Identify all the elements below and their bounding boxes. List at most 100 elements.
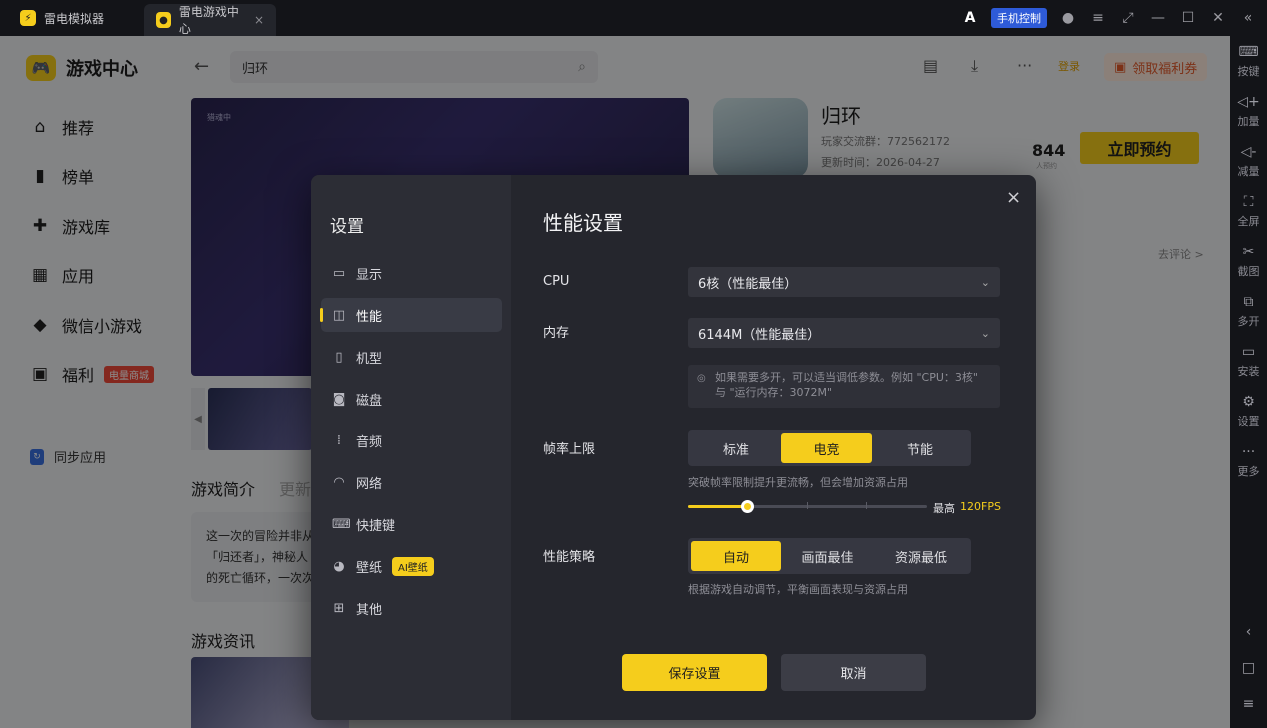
settings-item-audio[interactable]: ⁞ 音频 bbox=[321, 423, 502, 457]
multi-instance-icon: ⧉ bbox=[1243, 294, 1254, 310]
tab-game-center[interactable]: ● 雷电游戏中心 × bbox=[144, 4, 276, 36]
apk-icon: ▭ bbox=[1241, 344, 1256, 360]
toolbar-more[interactable]: ··· 更多 bbox=[1230, 444, 1267, 479]
android-back-button[interactable]: ‹ bbox=[1230, 624, 1267, 640]
settings-item-label: 快捷键 bbox=[356, 518, 396, 534]
chevron-down-icon: ⌄ bbox=[980, 275, 990, 289]
slider-tick bbox=[866, 502, 867, 509]
settings-icon: ⚙ bbox=[1242, 394, 1255, 410]
volume-down-icon: ◁- bbox=[1240, 144, 1257, 160]
tab-emulator[interactable]: ⚡ 雷电模拟器 bbox=[8, 0, 136, 36]
back-icon: ‹ bbox=[1245, 624, 1252, 640]
toolbar-volume-down[interactable]: ◁- 减量 bbox=[1230, 144, 1267, 179]
strategy-hint: 根据游戏自动调节，平衡画面表现与资源占用 bbox=[688, 583, 908, 596]
ai-wallpaper-badge: AI壁纸 bbox=[392, 556, 434, 576]
close-window-icon[interactable]: ✕ bbox=[1209, 9, 1227, 27]
ai-icon[interactable]: A bbox=[961, 9, 979, 27]
keyboard-icon: ⌨ bbox=[332, 516, 351, 532]
settings-item-display[interactable]: ▭ 显示 bbox=[321, 256, 502, 290]
toolbar-screenshot[interactable]: ✂ 截图 bbox=[1230, 244, 1267, 279]
strategy-option-lowest[interactable]: 资源最低 bbox=[874, 541, 968, 571]
toolbar-label: 截图 bbox=[1237, 265, 1260, 278]
maximize-icon[interactable]: ☐ bbox=[1179, 9, 1197, 27]
toolbar-fullscreen[interactable]: ⛶ 全屏 bbox=[1230, 194, 1267, 229]
strategy-option-auto[interactable]: 自动 bbox=[691, 541, 781, 571]
settings-item-performance[interactable]: ◫ 性能 bbox=[320, 298, 502, 332]
android-home-button[interactable]: □ bbox=[1230, 660, 1267, 676]
toolbar-label: 减量 bbox=[1237, 165, 1260, 178]
keyboard-icon: ⌨ bbox=[1238, 44, 1259, 60]
settings-item-label: 磁盘 bbox=[356, 393, 383, 409]
fps-max-label: 最高 bbox=[933, 502, 955, 515]
tab-label: 雷电模拟器 bbox=[44, 11, 105, 26]
restore-window-icon[interactable]: ⤢ bbox=[1119, 9, 1137, 27]
menu-icon[interactable]: ≡ bbox=[1089, 9, 1107, 27]
settings-item-shortcuts[interactable]: ⌨ 快捷键 bbox=[321, 507, 502, 541]
fps-label: 帧率上限 bbox=[543, 442, 596, 457]
close-tab-icon[interactable]: × bbox=[254, 13, 264, 27]
window-controls: A 手机控制 ● ≡ ⤢ — ☐ ✕ « bbox=[961, 0, 1257, 36]
toolbar-label: 多开 bbox=[1237, 315, 1260, 328]
settings-item-label: 其他 bbox=[356, 602, 383, 618]
settings-title: 性能设置 bbox=[543, 211, 623, 235]
monitor-icon: ▭ bbox=[332, 265, 346, 281]
toolbar-label: 加量 bbox=[1237, 115, 1260, 128]
toolbar-label: 安装 bbox=[1237, 365, 1260, 378]
cancel-button[interactable]: 取消 bbox=[781, 654, 926, 691]
tab-label: 雷电游戏中心 bbox=[178, 5, 239, 36]
settings-item-label: 机型 bbox=[356, 351, 383, 367]
grid-icon: ⊞ bbox=[333, 600, 345, 616]
recents-icon: ≡ bbox=[1242, 696, 1255, 712]
strategy-selector: 自动 画面最佳 资源最低 bbox=[688, 538, 971, 574]
strategy-option-quality[interactable]: 画面最佳 bbox=[781, 541, 874, 571]
collapse-sidebar-icon[interactable]: « bbox=[1239, 9, 1257, 27]
fps-option-esports[interactable]: 电竞 bbox=[781, 433, 872, 463]
memory-select[interactable]: 6144M（性能最佳） ⌄ bbox=[688, 318, 1000, 348]
tip-text: 如果需要多开，可以适当调低参数。例如 "CPU：3核" 与 "运行内存：3072… bbox=[715, 371, 978, 399]
slider-tick bbox=[807, 502, 808, 509]
volume-up-icon: ◁+ bbox=[1237, 94, 1260, 110]
cpu-select[interactable]: 6核（性能最佳） ⌄ bbox=[688, 267, 1000, 297]
minimize-icon[interactable]: — bbox=[1149, 9, 1167, 27]
close-icon[interactable]: × bbox=[1006, 187, 1021, 208]
toolbar-keymap[interactable]: ⌨ 按键 bbox=[1230, 44, 1267, 79]
settings-item-label: 显示 bbox=[356, 267, 383, 283]
settings-item-label: 网络 bbox=[356, 476, 383, 492]
toolbar-settings[interactable]: ⚙ 设置 bbox=[1230, 394, 1267, 429]
account-icon[interactable]: ● bbox=[1059, 9, 1077, 27]
settings-sidebar-title: 设置 bbox=[330, 217, 364, 237]
settings-item-other[interactable]: ⊞ 其他 bbox=[321, 591, 502, 625]
settings-item-model[interactable]: ▯ 机型 bbox=[321, 340, 502, 374]
memory-value: 6144M（性能最佳） bbox=[698, 327, 821, 343]
cpu-label: CPU bbox=[543, 274, 570, 289]
settings-item-disk[interactable]: ◙ 磁盘 bbox=[321, 382, 502, 416]
android-recents-button[interactable]: ≡ bbox=[1230, 696, 1267, 712]
fullscreen-icon: ⛶ bbox=[1243, 194, 1254, 210]
performance-icon: ◫ bbox=[332, 307, 346, 323]
disk-icon: ◙ bbox=[332, 391, 346, 407]
fps-option-saving[interactable]: 节能 bbox=[872, 433, 968, 463]
settings-item-label: 音频 bbox=[356, 434, 383, 450]
toolbar-volume-up[interactable]: ◁+ 加量 bbox=[1230, 94, 1267, 129]
toolbar-label: 设置 bbox=[1237, 415, 1260, 428]
memory-tip: ◎ 如果需要多开，可以适当调低参数。例如 "CPU：3核" 与 "运行内存：30… bbox=[688, 365, 1000, 408]
audio-icon: ⁞ bbox=[336, 432, 342, 448]
settings-item-label: 性能 bbox=[356, 309, 383, 325]
toolbar-multi[interactable]: ⧉ 多开 bbox=[1230, 294, 1267, 329]
memory-label: 内存 bbox=[543, 326, 570, 341]
more-icon: ··· bbox=[1241, 444, 1256, 460]
fps-option-standard[interactable]: 标准 bbox=[691, 433, 781, 463]
lightbulb-icon: ◎ bbox=[697, 373, 706, 384]
phone-control-button[interactable]: 手机控制 bbox=[991, 8, 1047, 28]
palette-icon: ◕ bbox=[333, 558, 345, 574]
save-button[interactable]: 保存设置 bbox=[622, 654, 767, 691]
settings-dialog: 设置 ▭ 显示 ◫ 性能 ▯ 机型 ◙ 磁盘 ⁞ 音频 ◠ 网络 ⌨ 快捷键 ◕ 壁纸 AI壁纸 … bbox=[311, 175, 1036, 720]
toolbar-label: 更多 bbox=[1237, 465, 1260, 478]
fps-hint: 突破帧率限制提升更流畅，但会增加资源占用 bbox=[688, 476, 908, 489]
chevron-down-icon: ⌄ bbox=[980, 326, 990, 340]
toolbar-install[interactable]: ▭ 安装 bbox=[1230, 344, 1267, 379]
home-square-icon: □ bbox=[1241, 660, 1256, 676]
fps-slider-handle[interactable] bbox=[741, 500, 754, 513]
settings-item-network[interactable]: ◠ 网络 bbox=[321, 465, 502, 499]
settings-item-wallpaper[interactable]: ◕ 壁纸 AI壁纸 bbox=[321, 549, 502, 583]
